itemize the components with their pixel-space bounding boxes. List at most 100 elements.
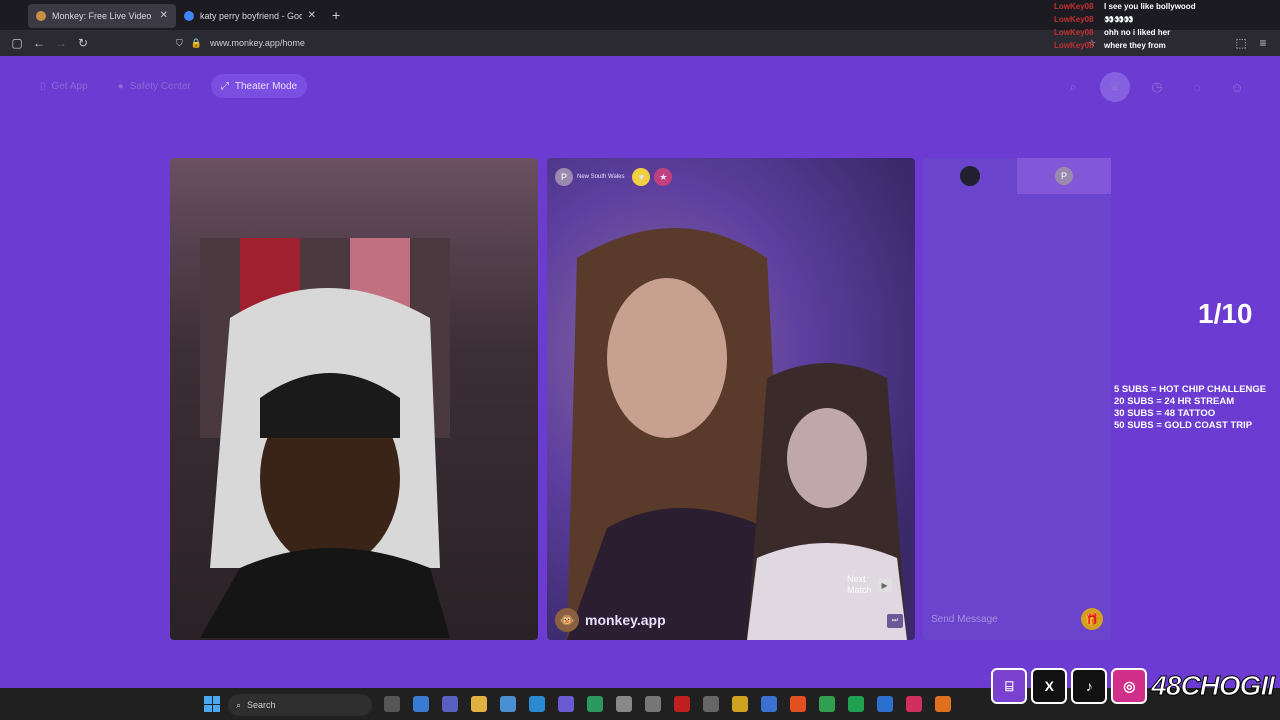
social-overlay: ⌸ X ♪ ◎ 48CHOGII (991, 668, 1276, 704)
taskbar-search[interactable]: ⌕ Search (228, 694, 372, 716)
chat-user: LowKey08 (1054, 41, 1094, 50)
next-label: Next (847, 574, 866, 584)
chat-user: LowKey08 (1054, 15, 1094, 24)
self-video (170, 158, 538, 640)
app-icon[interactable] (877, 696, 893, 712)
tab-monkey[interactable]: Monkey: Free Live Video Ch ✕ (28, 3, 176, 28)
tab-title: Monkey: Free Live Video Ch (52, 10, 154, 21)
lock-icon: 🔒 (190, 37, 202, 48)
chat-tabs: P (923, 158, 1111, 194)
address-bar[interactable]: ⛉ 🔒 www.monkey.app/home ☆ (176, 33, 1096, 53)
brave-icon[interactable] (790, 696, 806, 712)
shield-icon: ⛉ (176, 37, 183, 48)
task-view-icon[interactable] (384, 696, 400, 712)
app-icon[interactable] (645, 696, 661, 712)
forward-icon[interactable]: → (50, 36, 72, 50)
sub-goal: 5 SUBS = HOT CHIP CHALLENGE (1114, 384, 1267, 395)
partner-avatar[interactable]: P (555, 168, 573, 186)
new-tab-button[interactable]: + (332, 7, 340, 23)
tab-google[interactable]: katy perry boyfriend - Google S ✕ (176, 4, 324, 28)
partner-info: P New South Wales ♥ ★ (555, 168, 673, 186)
next-match-hint[interactable]: Next Match ▶ (847, 574, 892, 596)
chat-message: I see you like bollywood (1104, 2, 1196, 11)
copilot-icon[interactable] (413, 696, 429, 712)
sub-goals: 5 SUBS = HOT CHIP CHALLENGE 20 SUBS = 24… (1114, 384, 1266, 432)
tab-title: katy perry boyfriend - Google S (200, 10, 302, 21)
partner-location: New South Wales (577, 174, 625, 180)
chat-user: LowKey08 (1054, 28, 1094, 37)
app-icon[interactable] (761, 696, 777, 712)
teams-icon[interactable] (442, 696, 458, 712)
sub-goal: 20 SUBS = 24 HR STREAM (1114, 396, 1235, 407)
edge-icon[interactable] (529, 696, 545, 712)
file-explorer-icon[interactable] (471, 696, 487, 712)
crown-icon[interactable]: ♛ (1100, 72, 1130, 102)
search-icon[interactable]: ⌕ (1060, 74, 1086, 100)
chat-message: where they from (1104, 41, 1166, 50)
expand-icon: ⤢ (220, 80, 229, 92)
chat-line: LowKey08 I see you like bollywood (1054, 0, 1244, 13)
x-icon: X (1031, 668, 1068, 704)
close-tab-icon[interactable]: ✕ (308, 10, 316, 21)
sub-goal: 50 SUBS = GOLD COAST TRIP (1114, 420, 1253, 431)
app-icon[interactable] (587, 696, 603, 712)
store-icon[interactable] (500, 696, 516, 712)
skip-icon[interactable]: ⏭ (887, 614, 903, 628)
close-tab-icon[interactable]: ✕ (160, 10, 168, 21)
profile-icon[interactable]: ☺ (1224, 74, 1250, 100)
tiktok-icon[interactable] (906, 696, 922, 712)
search-icon: ⌕ (236, 699, 242, 710)
monkey-favicon-icon (36, 10, 46, 21)
streamer-handle: 48CHOGII (1151, 670, 1276, 702)
tiktok-icon: ♪ (1071, 668, 1108, 704)
chat-panel: P Send Message 🎁 (923, 158, 1111, 640)
chat-line: LowKey08 where they from (1054, 39, 1244, 52)
app-icon[interactable] (848, 696, 864, 712)
safety-center-button[interactable]: ● Safety Center (108, 74, 201, 98)
sidebar-icon[interactable]: ▢ (6, 36, 28, 50)
google-favicon-icon (184, 10, 194, 21)
self-webcam-image (200, 238, 450, 638)
send-message-input[interactable]: Send Message 🎁 (931, 606, 1103, 632)
chat-tab-partner[interactable]: P (1017, 158, 1111, 194)
spotify-icon[interactable] (819, 696, 835, 712)
phone-icon: ▯ (40, 80, 46, 92)
top-nav: ▯ Get App ● Safety Center ⤢ Theater Mode (30, 74, 308, 98)
instagram-icon: ◎ (1111, 668, 1148, 704)
send-message-placeholder: Send Message (931, 613, 998, 625)
menu-icon[interactable]: ≡ (1252, 36, 1274, 50)
get-app-label: Get App (51, 80, 88, 92)
monkey-brand: 🐵 monkey.app (555, 608, 666, 632)
gift-icon[interactable]: 🎁 (1081, 608, 1103, 630)
chat-user: LowKey08 (1054, 2, 1094, 11)
safety-center-label: Safety Center (129, 80, 191, 92)
shield-icon: ● (117, 80, 124, 92)
back-icon[interactable]: ← (28, 36, 50, 50)
sub-goal: 30 SUBS = 48 TATTOO (1114, 408, 1216, 419)
theater-mode-button[interactable]: ⤢ Theater Mode (210, 74, 308, 98)
messages-icon[interactable]: ◌ (1184, 74, 1210, 100)
partner-video: P New South Wales ♥ ★ Next Match ▶ 🐵 monk… (547, 158, 915, 640)
partner-second-person-image (747, 363, 907, 640)
chat-message: ohh no i liked her (1104, 28, 1171, 37)
taskbar-search-label: Search (247, 700, 276, 710)
windows-start-icon[interactable] (204, 696, 220, 712)
chrome-icon[interactable] (732, 696, 748, 712)
chat-tab-self[interactable] (923, 158, 1017, 194)
history-icon[interactable]: ◷ (1144, 74, 1170, 100)
next-key-icon: ▶ (877, 578, 892, 592)
firefox-icon[interactable] (935, 696, 951, 712)
app-icon[interactable] (616, 696, 632, 712)
discord-icon[interactable] (558, 696, 574, 712)
chat-line: LowKey08 👀👀👀 (1054, 13, 1244, 26)
netflix-icon[interactable] (674, 696, 690, 712)
app-icon[interactable] (703, 696, 719, 712)
monkey-logo-icon: 🐵 (555, 608, 579, 632)
theater-mode-label: Theater Mode (234, 80, 298, 92)
top-right-icons: ⌕ ♛ ◷ ◌ ☺ (1060, 72, 1250, 102)
brand-label: monkey.app (585, 612, 666, 628)
get-app-button[interactable]: ▯ Get App (30, 74, 98, 98)
reload-icon[interactable]: ↻ (72, 36, 94, 50)
stream-chat-overlay: LowKey08 I see you like bollywood LowKey0… (1054, 0, 1244, 52)
badge-icon: ★ (654, 168, 673, 186)
